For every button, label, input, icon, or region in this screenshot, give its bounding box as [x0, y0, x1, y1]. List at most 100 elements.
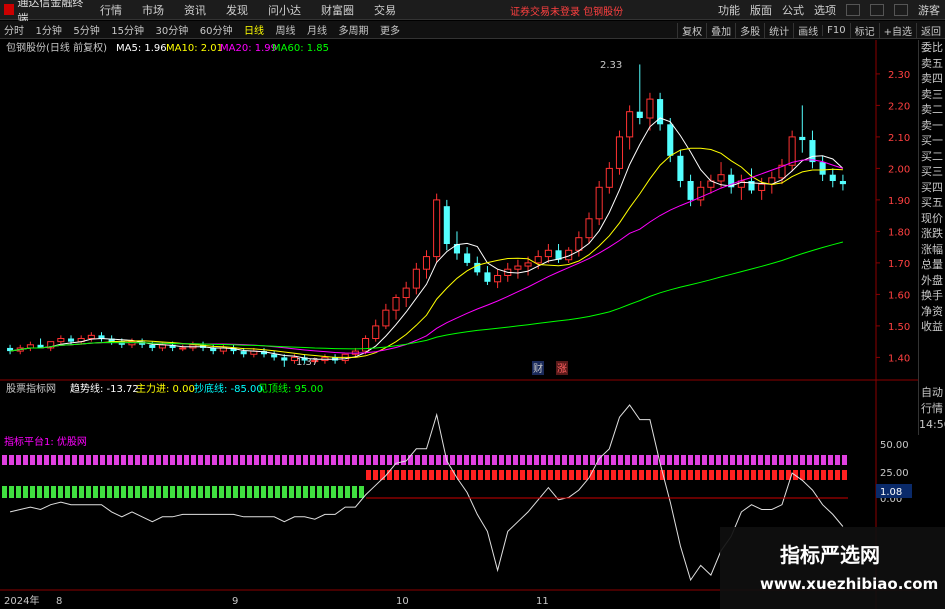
- tool-duogu-button[interactable]: 多股: [735, 22, 764, 38]
- green-bar: [72, 486, 77, 498]
- sidebar-item-buy5[interactable]: 买五: [919, 195, 945, 211]
- magenta-bar: [268, 455, 273, 465]
- green-bar: [107, 486, 112, 498]
- guest-label[interactable]: 游客: [918, 2, 940, 18]
- period-tab-60min[interactable]: 60分钟: [200, 26, 233, 37]
- sidebar-item-sell1[interactable]: 卖一: [919, 118, 945, 134]
- green-bar: [268, 486, 273, 498]
- indicator-tick-25: 25.00: [880, 468, 909, 479]
- menu-item-hangqing[interactable]: 行情: [100, 2, 122, 18]
- sidebar-item-change-pct[interactable]: 涨幅: [919, 242, 945, 258]
- sidebar-item-volume[interactable]: 总量: [919, 257, 945, 273]
- green-bar: [254, 486, 259, 498]
- period-tab-multi[interactable]: 多周期: [338, 26, 368, 37]
- candle-body: [575, 237, 583, 251]
- sidebar-item-quote[interactable]: 行情: [919, 401, 945, 417]
- close-icon[interactable]: [894, 4, 908, 16]
- sidebar-item-earnings[interactable]: 收益: [919, 319, 945, 335]
- magenta-bar: [191, 455, 196, 465]
- period-tab-1min[interactable]: 1分钟: [36, 26, 62, 37]
- menu-item-caifuquan[interactable]: 财富圈: [321, 2, 354, 18]
- menu-item-faxian[interactable]: 发现: [226, 2, 248, 18]
- sidebar-item-buy1[interactable]: 买一: [919, 133, 945, 149]
- tool-zixuan-button[interactable]: +自选: [878, 22, 916, 38]
- candle-body: [667, 124, 674, 156]
- magenta-bar: [478, 455, 483, 465]
- red-bar: [716, 470, 721, 480]
- minimize-icon[interactable]: [846, 4, 860, 16]
- ma20-legend: MA20: 1.99: [220, 43, 277, 54]
- magenta-bar: [807, 455, 812, 465]
- maximize-icon[interactable]: [870, 4, 884, 16]
- menu-item-xuanxiang[interactable]: 选项: [814, 2, 836, 18]
- menu-item-jiaoyi[interactable]: 交易: [374, 2, 396, 18]
- period-tab-more[interactable]: 更多: [380, 26, 400, 37]
- tool-tongji-button[interactable]: 统计: [764, 22, 793, 38]
- tool-f10-button[interactable]: F10: [822, 24, 849, 36]
- tool-diejia-button[interactable]: 叠加: [706, 22, 735, 38]
- magenta-bar: [184, 455, 189, 465]
- magenta-bar: [548, 455, 553, 465]
- magenta-bar: [457, 455, 462, 465]
- menu-item-gongneng[interactable]: 功能: [718, 2, 740, 18]
- sidebar-item-price[interactable]: 现价: [919, 211, 945, 227]
- candle-body: [412, 268, 420, 289]
- green-bar: [205, 486, 210, 498]
- price-tick: 1.50: [888, 322, 910, 333]
- sidebar-item-change[interactable]: 涨跌: [919, 226, 945, 242]
- sidebar-item-buy4[interactable]: 买四: [919, 180, 945, 196]
- period-tab-5min[interactable]: 5分钟: [73, 26, 99, 37]
- period-tab-fenshi[interactable]: 分时: [4, 26, 24, 37]
- sidebar-item-weibi[interactable]: 委比: [919, 40, 945, 56]
- candle-body: [362, 338, 370, 352]
- tool-huaxian-button[interactable]: 画线: [793, 22, 822, 38]
- chart-area[interactable]: 包钢股份(日线 前复权) MA5: 1.96 MA10: 2.01 MA20: …: [0, 40, 945, 609]
- menu-item-zixun[interactable]: 资讯: [184, 2, 206, 18]
- green-bar: [149, 486, 154, 498]
- menu-item-banmian[interactable]: 版面: [750, 2, 772, 18]
- green-bar: [135, 486, 140, 498]
- magenta-bar: [828, 455, 833, 465]
- sidebar-item-turnover[interactable]: 换手: [919, 288, 945, 304]
- sidebar-item-sell4[interactable]: 卖四: [919, 71, 945, 87]
- tool-fuquan-button[interactable]: 复权: [677, 22, 706, 38]
- sidebar-item-sell2[interactable]: 卖二: [919, 102, 945, 118]
- red-bar: [485, 470, 490, 480]
- red-bar: [576, 470, 581, 480]
- menu-item-shichang[interactable]: 市场: [142, 2, 164, 18]
- magenta-bar: [156, 455, 161, 465]
- candle-body: [87, 334, 95, 340]
- period-tab-15min[interactable]: 15分钟: [111, 26, 144, 37]
- tool-biaoji-button[interactable]: 标记: [849, 22, 879, 38]
- tool-fanhui-button[interactable]: 返回: [916, 22, 945, 38]
- period-tab-monthly[interactable]: 月线: [307, 26, 327, 37]
- sidebar-item-buy3[interactable]: 买三: [919, 164, 945, 180]
- red-bar: [366, 470, 371, 480]
- trade-login-notice[interactable]: 证券交易未登录 包钢股份: [510, 3, 623, 18]
- sidebar-item-buy2[interactable]: 买二: [919, 149, 945, 165]
- period-tab-daily[interactable]: 日线: [244, 26, 264, 37]
- red-bar: [807, 470, 812, 480]
- magenta-bar: [695, 455, 700, 465]
- magenta-bar: [562, 455, 567, 465]
- period-tab-weekly[interactable]: 周线: [275, 26, 295, 37]
- candle-body: [240, 351, 247, 355]
- red-bar: [555, 470, 560, 480]
- kline-chart[interactable]: 包钢股份(日线 前复权) MA5: 1.96 MA10: 2.01 MA20: …: [0, 40, 945, 609]
- menu-item-wenxiaoda[interactable]: 问小达: [268, 2, 301, 18]
- right-menu: 功能 版面 公式 选项 游客: [713, 0, 945, 20]
- sidebar-item-sell3[interactable]: 卖三: [919, 87, 945, 103]
- candle-body: [464, 253, 471, 263]
- indicator-value: 1.08: [880, 487, 902, 498]
- ma10-legend: MA10: 2.01: [166, 43, 223, 54]
- menu-item-gongshi[interactable]: 公式: [782, 2, 804, 18]
- chart-tools: 复权 叠加 多股 统计 画线 F10 标记 +自选 返回: [677, 21, 945, 39]
- sidebar-item-sell5[interactable]: 卖五: [919, 56, 945, 72]
- green-bar: [324, 486, 329, 498]
- sidebar-item-auto[interactable]: 自动: [919, 385, 945, 401]
- magenta-bar: [688, 455, 693, 465]
- sidebar-item-netasset[interactable]: 净资: [919, 304, 945, 320]
- green-bar: [226, 486, 231, 498]
- sidebar-item-outer[interactable]: 外盘: [919, 273, 945, 289]
- period-tab-30min[interactable]: 30分钟: [155, 26, 188, 37]
